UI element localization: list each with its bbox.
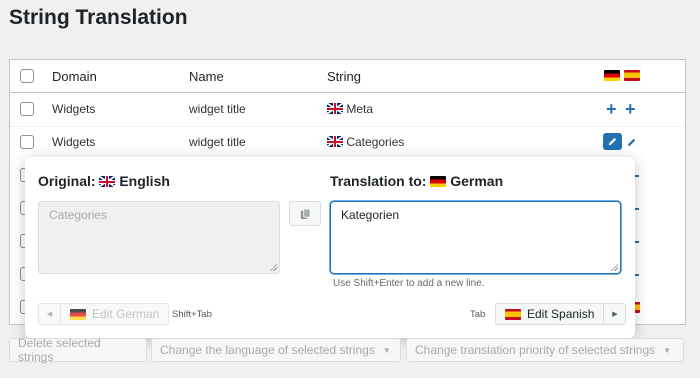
english-flag-icon (99, 176, 116, 187)
edit-previous-language-button[interactable]: ◀ Edit German (38, 303, 170, 325)
german-flag-icon (604, 70, 620, 81)
spanish-flag-icon (505, 308, 521, 320)
row-checkbox[interactable] (20, 102, 34, 116)
original-text-field: Categories (38, 201, 280, 274)
row-divider (10, 126, 685, 127)
english-flag-icon (327, 103, 343, 114)
arrow-right-icon: ▶ (603, 304, 625, 324)
next-shortcut-label: Tab (470, 309, 486, 320)
add-spanish-translation-plus-icon[interactable]: + (625, 100, 636, 118)
add-german-translation-plus-icon[interactable]: + (606, 100, 617, 118)
row-checkbox[interactable] (20, 135, 34, 149)
edit-spanish-button[interactable]: Edit Spanish ▶ (495, 303, 627, 325)
chevron-down-icon: ▼ (663, 345, 672, 355)
original-heading: Original: English (38, 173, 170, 189)
change-priority-select[interactable]: Change translation priority of selected … (406, 338, 684, 362)
arrow-left-icon: ◀ (39, 304, 61, 324)
resize-handle-icon[interactable] (269, 263, 277, 271)
newline-hint: Use Shift+Enter to add a new line. (333, 278, 485, 289)
spanish-flag-icon (624, 70, 640, 81)
german-flag-icon (70, 308, 86, 320)
copy-icon (300, 207, 311, 219)
chevron-down-icon: ▼ (382, 345, 391, 355)
copy-original-button[interactable] (289, 201, 321, 226)
edit-german-translation-pencil-icon[interactable] (603, 133, 622, 150)
page-title: String Translation (9, 6, 188, 29)
column-domain[interactable]: Domain (52, 69, 97, 84)
prev-shortcut-label: Shift+Tab (172, 309, 212, 320)
row-domain: Widgets (52, 102, 96, 116)
translation-input[interactable]: Kategorien (330, 201, 621, 274)
select-all-checkbox[interactable] (20, 69, 34, 83)
delete-selected-button[interactable]: Delete selected strings (9, 336, 147, 364)
row-domain: Widgets (52, 135, 96, 149)
german-flag-icon (430, 176, 447, 187)
row-string: Categories (327, 135, 404, 149)
edit-spanish-translation-pencil-icon[interactable] (626, 135, 637, 153)
row-string: Meta (327, 102, 373, 116)
translation-popup: Original: English Translation to: German… (25, 157, 635, 338)
table-header: Domain Name String (10, 60, 685, 93)
column-string[interactable]: String (327, 69, 361, 84)
english-flag-icon (327, 136, 343, 147)
row-name: widget title (189, 135, 246, 149)
change-language-select[interactable]: Change the language of selected strings … (151, 338, 401, 362)
row-name: widget title (189, 102, 246, 116)
column-name[interactable]: Name (189, 69, 224, 84)
resize-handle-icon[interactable] (610, 263, 618, 271)
translation-heading: Translation to: German (330, 173, 504, 189)
